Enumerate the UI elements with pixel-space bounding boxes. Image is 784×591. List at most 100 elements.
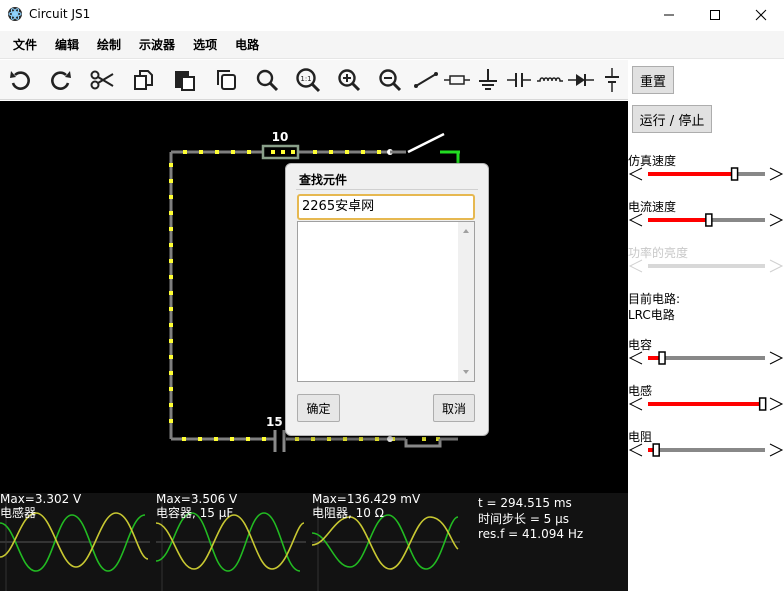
zoom-out-button[interactable] xyxy=(375,65,405,95)
resistor-button[interactable] xyxy=(442,65,472,95)
find-component-dialog: 查找元件 2265安卓网 确定 取消 xyxy=(285,163,489,436)
zoom-out-icon xyxy=(379,69,402,92)
slider-thumb[interactable] xyxy=(705,213,713,227)
maximize-button[interactable] xyxy=(692,0,738,30)
sidebar: 重置 运行 / 停止 仿真速度 电流速度 功率的亮度 目前电路: LRC电路 电… xyxy=(628,60,784,591)
zoom-100-label: 1:1 xyxy=(300,75,311,83)
slider-thumb[interactable] xyxy=(758,397,767,411)
redo-icon xyxy=(51,71,71,90)
sim-speed-slider[interactable] xyxy=(628,166,784,182)
diode-button[interactable] xyxy=(566,65,596,95)
menu-edit[interactable]: 编辑 xyxy=(46,31,88,59)
scope2-max: Max=3.506 V xyxy=(156,492,238,506)
ground-icon xyxy=(479,69,497,90)
ground-button[interactable] xyxy=(473,65,503,95)
capacitor-button[interactable] xyxy=(504,65,534,95)
capacitance-slider[interactable] xyxy=(628,350,784,366)
voltage-source-icon xyxy=(605,68,619,92)
scroll-up-icon[interactable] xyxy=(463,229,469,233)
sim-time: t = 294.515 ms xyxy=(478,496,572,510)
maximize-icon xyxy=(710,10,720,20)
capacitor-component[interactable]: 15 xyxy=(266,415,286,452)
diode-icon xyxy=(568,74,594,86)
slider-right-arrow-icon[interactable] xyxy=(769,167,784,181)
slider-right-arrow-icon[interactable] xyxy=(769,397,784,411)
close-button[interactable] xyxy=(738,0,784,30)
app-icon xyxy=(8,7,22,21)
current-circuit-label: 目前电路: xyxy=(628,292,681,306)
window-title: Circuit JS1 xyxy=(29,7,91,21)
slider-right-arrow-icon[interactable] xyxy=(769,213,784,227)
menu-file[interactable]: 文件 xyxy=(4,31,46,59)
copy-icon xyxy=(134,70,153,90)
slider-left-arrow-icon[interactable] xyxy=(628,213,643,227)
slider-thumb[interactable] xyxy=(730,167,739,181)
slider-right-arrow-icon[interactable] xyxy=(769,351,784,365)
app-window: Circuit JS1 文件 编辑 绘制 示波器 选项 电路 1:1 10 15… xyxy=(0,0,784,591)
ok-button[interactable]: 确定 xyxy=(297,394,340,422)
minimize-icon xyxy=(664,14,674,16)
zoom-icon xyxy=(256,69,279,92)
slider-thumb[interactable] xyxy=(652,443,660,457)
menu-draw[interactable]: 绘制 xyxy=(88,31,130,59)
run-stop-button[interactable]: 运行 / 停止 xyxy=(632,105,712,133)
paste-icon xyxy=(175,71,195,91)
redo-button[interactable] xyxy=(46,65,76,95)
scroll-down-icon[interactable] xyxy=(463,370,469,374)
slider-left-arrow-icon[interactable] xyxy=(628,167,643,181)
switch-component[interactable] xyxy=(387,132,460,163)
toolbar: 1:1 xyxy=(0,60,628,100)
menu-options[interactable]: 选项 xyxy=(184,31,226,59)
cancel-button[interactable]: 取消 xyxy=(433,394,475,422)
reset-button[interactable]: 重置 xyxy=(632,66,674,94)
cut-button[interactable] xyxy=(87,65,117,95)
zoom-button[interactable] xyxy=(252,65,282,95)
current-circuit-name: LRC电路 xyxy=(628,308,675,322)
paste-button[interactable] xyxy=(170,65,200,95)
scope-panel[interactable]: Max=3.302 V 电感器 Max=3.506 V 电容器, 15 μF M… xyxy=(0,492,628,591)
duplicate-icon xyxy=(217,70,236,90)
title-bar: Circuit JS1 xyxy=(0,0,784,30)
current-speed-slider[interactable] xyxy=(628,212,784,228)
copy-button[interactable] xyxy=(129,65,159,95)
zoom-in-button[interactable] xyxy=(334,65,364,95)
inductor-button[interactable] xyxy=(535,65,565,95)
wire-button[interactable] xyxy=(411,65,441,95)
scope3-name: 电阻器, 10 Ω xyxy=(312,506,384,520)
zoom-100-button[interactable]: 1:1 xyxy=(293,65,323,95)
close-icon xyxy=(755,9,767,21)
list-scrollbar[interactable] xyxy=(458,222,474,381)
undo-button[interactable] xyxy=(5,65,35,95)
menu-circuits[interactable]: 电路 xyxy=(226,31,268,59)
component-list[interactable] xyxy=(297,221,475,382)
resistance-slider[interactable] xyxy=(628,442,784,458)
menu-bar: 文件 编辑 绘制 示波器 选项 电路 xyxy=(0,31,784,59)
voltage-source-button[interactable] xyxy=(597,65,627,95)
menu-scopes[interactable]: 示波器 xyxy=(130,31,184,59)
resistor-label: 10 xyxy=(272,130,289,144)
inductance-slider[interactable] xyxy=(628,396,784,412)
dialog-divider xyxy=(296,189,478,190)
cut-icon xyxy=(90,70,114,90)
resistor-icon xyxy=(444,75,470,85)
slider-left-arrow-icon[interactable] xyxy=(628,259,643,273)
duplicate-button[interactable] xyxy=(211,65,241,95)
slider-left-arrow-icon[interactable] xyxy=(628,351,643,365)
slider-left-arrow-icon[interactable] xyxy=(628,397,643,411)
scope1-max: Max=3.302 V xyxy=(0,492,82,506)
capacitor-icon xyxy=(507,73,531,87)
slider-right-arrow-icon[interactable] xyxy=(769,443,784,457)
scope3-max: Max=136.429 mV xyxy=(312,492,421,506)
minimize-button[interactable] xyxy=(646,0,692,30)
capacitor-label: 15 xyxy=(266,415,283,429)
scrollbar-arrows xyxy=(463,229,469,374)
zoom-100-icon: 1:1 xyxy=(296,68,321,93)
slider-right-arrow-icon[interactable] xyxy=(769,259,784,273)
scope1-name: 电感器 xyxy=(0,506,37,520)
sim-resonant-freq: res.f = 41.094 Hz xyxy=(478,527,584,541)
search-input[interactable]: 2265安卓网 xyxy=(297,194,475,220)
sim-timestep: 时间步长 = 5 μs xyxy=(478,512,570,526)
slider-thumb[interactable] xyxy=(658,351,666,365)
slider-left-arrow-icon[interactable] xyxy=(628,443,643,457)
scope2-name: 电容器, 15 μF xyxy=(156,506,234,520)
